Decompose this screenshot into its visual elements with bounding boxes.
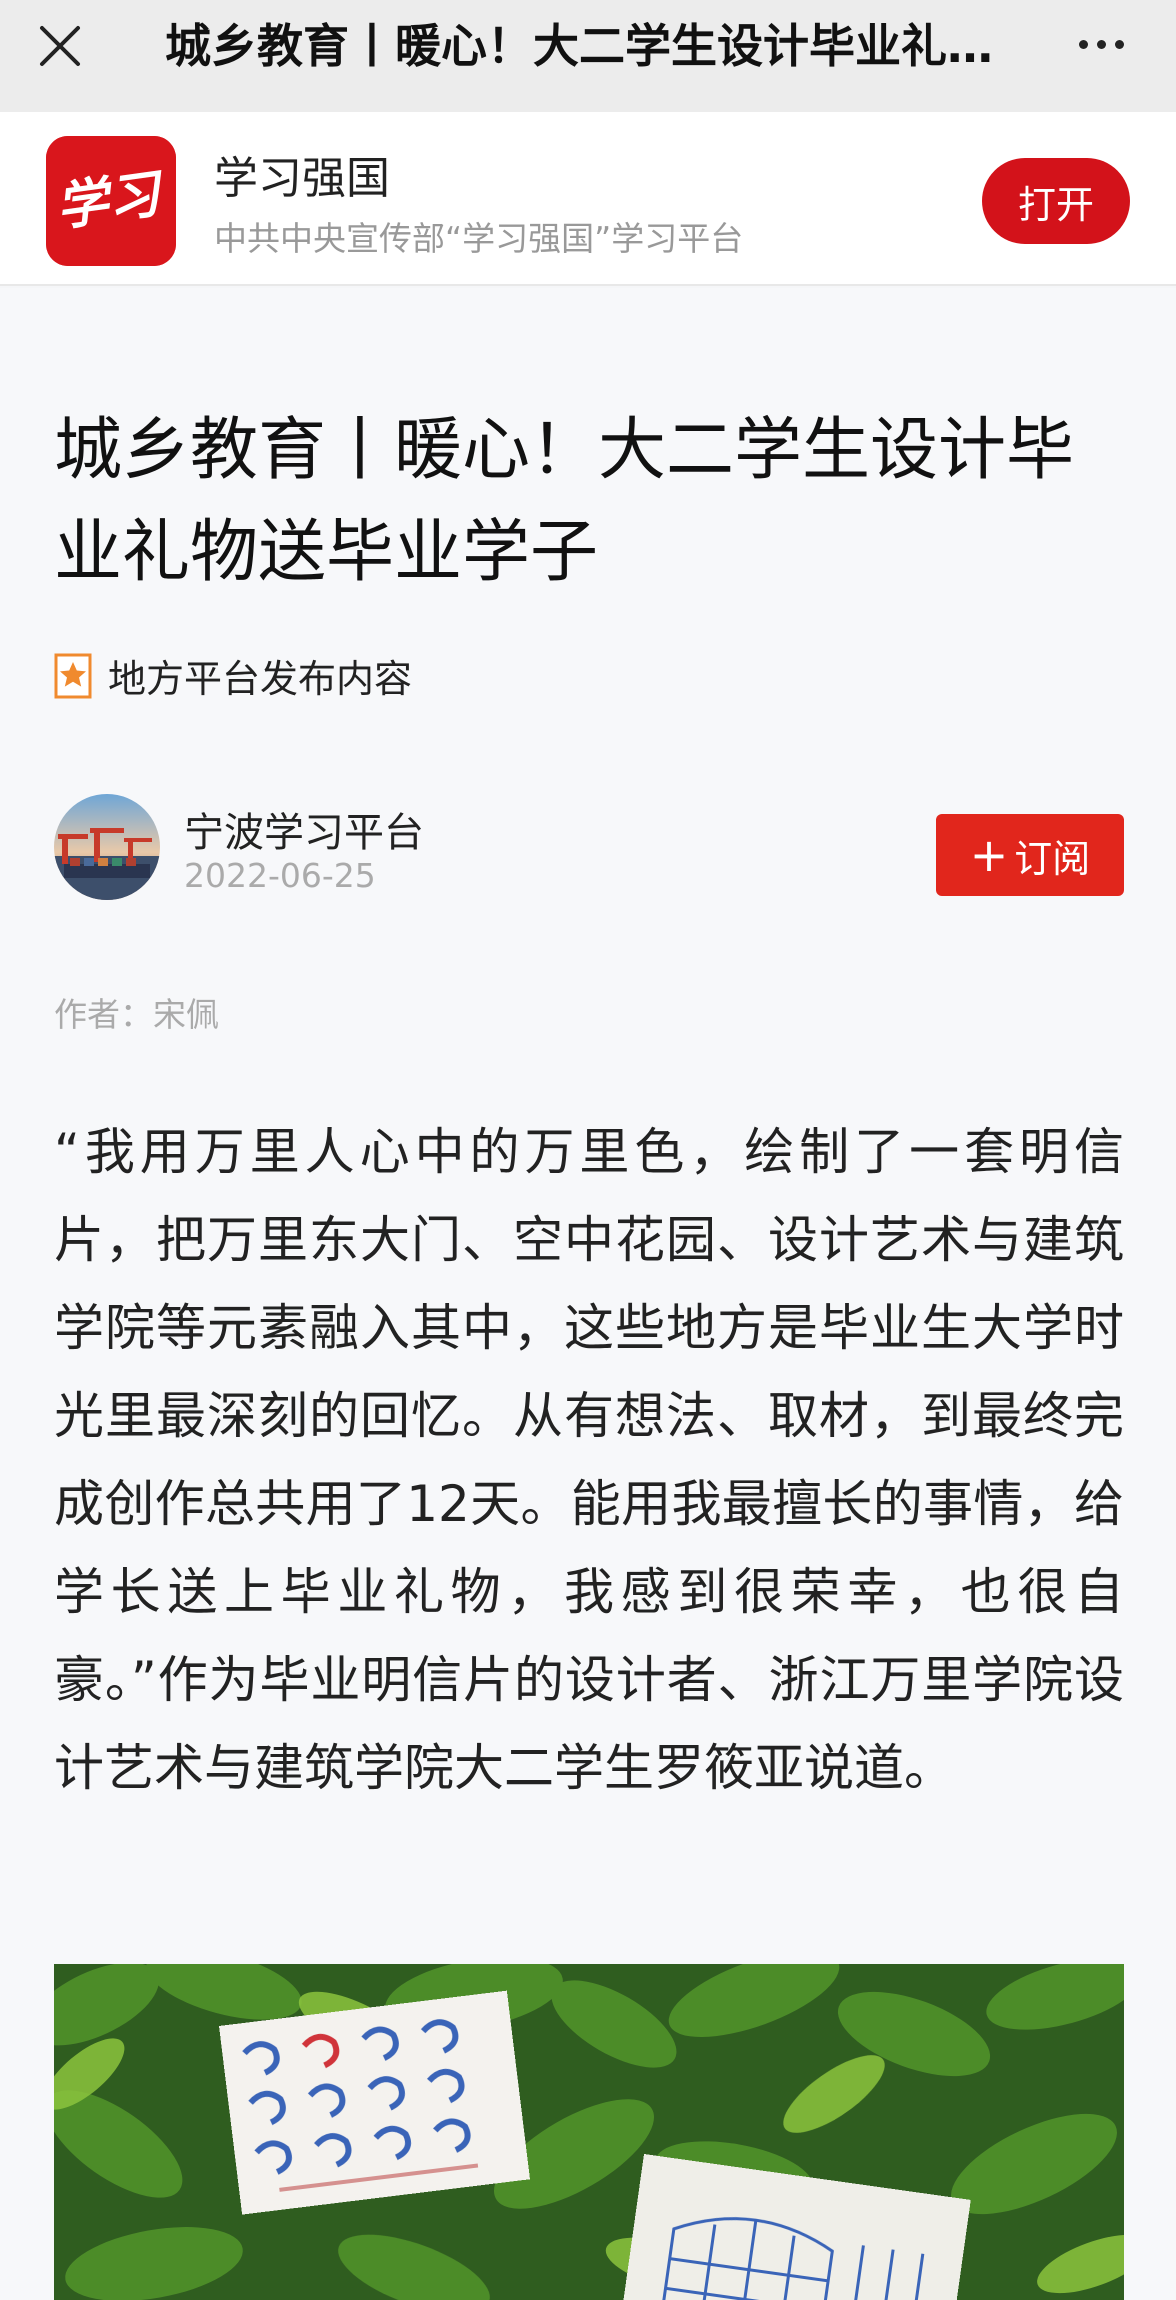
publish-date: 2022-06-25 bbox=[184, 856, 376, 895]
author-byline: 作者：宋佩 bbox=[54, 988, 219, 1036]
article: 城乡教育丨暖心！大二学生设计毕业礼物送毕业学子 地方平台发布内容 宁波学习平台 … bbox=[0, 288, 1176, 2300]
star-bookmark-icon bbox=[54, 653, 92, 698]
app-description: 中共中央宣传部“学习强国”学习平台 bbox=[214, 219, 744, 258]
article-headline: 城乡教育丨暖心！大二学生设计毕业礼物送毕业学子 bbox=[54, 411, 1075, 592]
plus-icon: + bbox=[969, 828, 1009, 882]
publisher-row: 宁波学习平台 2022-06-25 + 订阅 bbox=[54, 794, 1124, 904]
subscribe-label: 订阅 bbox=[1014, 836, 1091, 881]
more-menu-button[interactable] bbox=[1066, 14, 1136, 74]
app-logo: 学习 bbox=[46, 136, 176, 266]
subscribe-button[interactable]: + 订阅 bbox=[936, 814, 1124, 896]
article-paragraph: “我用万里人心中的万里色，绘制了一套明信片，把万里东大门、空中花园、设计艺术与建… bbox=[54, 1123, 1124, 1797]
close-icon bbox=[40, 26, 80, 66]
publisher-name[interactable]: 宁波学习平台 bbox=[184, 800, 424, 858]
more-icon bbox=[1078, 39, 1088, 49]
app-promo-banner: 学习 学习强国 中共中央宣传部“学习强国”学习平台 打开 bbox=[0, 112, 1176, 286]
top-navigation-bar: 城乡教育丨暖心！大二学生设计毕业礼物送毕业学子 bbox=[0, 0, 1176, 112]
byline-name: 宋佩 bbox=[153, 995, 219, 1034]
close-button[interactable] bbox=[30, 16, 90, 76]
source-tag: 地方平台发布内容 bbox=[54, 648, 412, 703]
publisher-avatar[interactable] bbox=[54, 794, 160, 900]
open-app-button[interactable]: 打开 bbox=[982, 158, 1130, 244]
more-icon bbox=[1096, 39, 1106, 49]
more-icon bbox=[1114, 39, 1124, 49]
app-name: 学习强国 bbox=[214, 153, 390, 204]
source-tag-label: 地方平台发布内容 bbox=[108, 657, 413, 701]
article-photo[interactable] bbox=[54, 1964, 1124, 2300]
page-title: 城乡教育丨暖心！大二学生设计毕业礼物送毕业学子 bbox=[165, 19, 1010, 73]
byline-label: 作者： bbox=[54, 995, 153, 1034]
